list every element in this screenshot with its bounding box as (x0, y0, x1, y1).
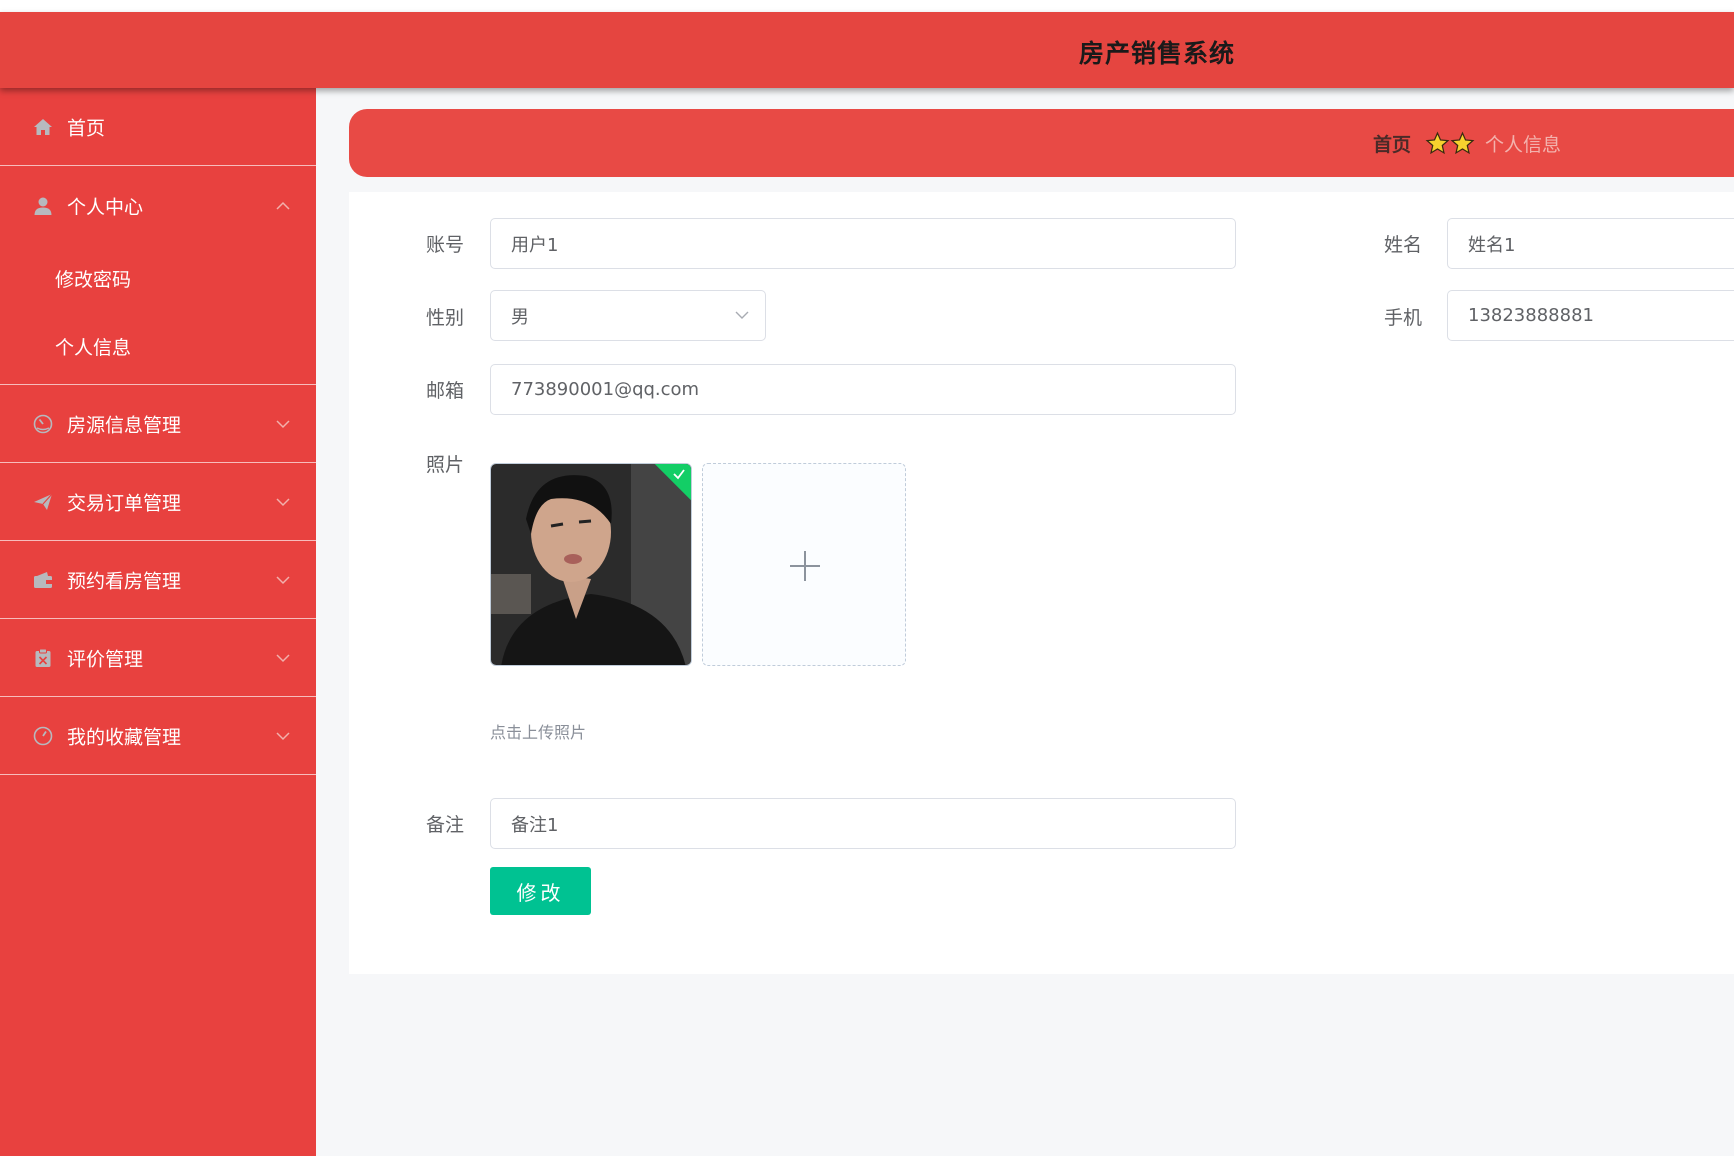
sidebar-item-label: 评价管理 (67, 648, 144, 670)
sidebar-item-orders[interactable]: 交易订单管理 (0, 463, 316, 541)
submit-button[interactable]: 修改 (490, 867, 591, 915)
avatar-image (491, 464, 691, 665)
chevron-down-icon (276, 575, 290, 584)
clipboard-icon (35, 648, 51, 667)
sidebar-item-favorites[interactable]: 我的收藏管理 (0, 697, 316, 775)
name-label: 姓名 (1384, 234, 1423, 256)
sidebar-item-label: 预约看房管理 (67, 570, 182, 592)
sidebar-item-reviews[interactable]: 评价管理 (0, 619, 316, 697)
check-icon (673, 469, 685, 480)
gender-select[interactable]: 男 (490, 290, 766, 341)
clock-icon (33, 726, 53, 745)
chevron-down-icon (276, 653, 290, 662)
gender-value: 男 (511, 306, 529, 328)
account-label: 账号 (426, 234, 465, 256)
app-title: 房产销售系统 (1078, 39, 1235, 68)
sidebar-item-personal-center[interactable]: 个人中心 (0, 166, 316, 246)
chevron-down-icon (735, 311, 749, 319)
breadcrumb-current: 个人信息 (1485, 133, 1562, 156)
email-label: 邮箱 (426, 380, 465, 402)
star-icon (1450, 131, 1475, 154)
sidebar-subitem-change-password[interactable]: 修改密码 (0, 246, 316, 314)
name-input[interactable]: 姓名1 (1447, 218, 1734, 269)
photo-label: 照片 (426, 454, 465, 476)
sidebar-item-listings[interactable]: 房源信息管理 (0, 385, 316, 463)
chevron-down-icon (276, 419, 290, 428)
home-icon (34, 118, 52, 135)
chevron-down-icon (276, 731, 290, 740)
remark-label: 备注 (426, 814, 465, 836)
breadcrumb-separator (1425, 131, 1475, 156)
star-icon (1425, 131, 1450, 154)
send-icon (34, 493, 53, 510)
profile-form-card: 账号 用户1 姓名 姓名1 性别 男 手机 13823888881 邮箱 773… (349, 192, 1734, 974)
sidebar-item-label: 首页 (67, 117, 106, 139)
sidebar-subitem-personal-info[interactable]: 个人信息 (0, 314, 316, 382)
email-input[interactable]: 773890001@qq.com (490, 364, 1236, 415)
phone-value: 13823888881 (1468, 305, 1594, 326)
breadcrumb-bar: 首页 个人信息 (349, 109, 1734, 177)
remark-value: 备注1 (511, 814, 559, 836)
breadcrumb-home-link[interactable]: 首页 (1373, 130, 1411, 157)
gauge-icon (33, 414, 53, 433)
chevron-down-icon (276, 497, 290, 506)
name-value: 姓名1 (1468, 234, 1516, 256)
remark-input[interactable]: 备注1 (490, 798, 1236, 849)
main-area: 首页 个人信息 账号 用户1 姓名 姓名1 性别 男 手机 1382388888… (316, 88, 1734, 1156)
email-value: 773890001@qq.com (511, 379, 700, 400)
top-header: 房产销售系统 (0, 12, 1734, 88)
sidebar-item-home[interactable]: 首页 (0, 88, 316, 166)
sidebar-item-label: 房源信息管理 (67, 414, 182, 436)
gender-label: 性别 (426, 307, 465, 329)
wallet-icon (34, 571, 52, 588)
account-input[interactable]: 用户1 (490, 218, 1236, 269)
sidebar: 首页 个人中心 修改密码 个人信息 房源信息管理 交易订单管理 预约看房管理 评… (0, 88, 316, 1156)
sidebar-item-label: 交易订单管理 (67, 492, 182, 514)
uploaded-photo[interactable] (490, 463, 692, 666)
plus-icon (790, 551, 820, 581)
breadcrumb: 首页 个人信息 (1373, 109, 1561, 177)
submenu-personal-center: 修改密码 个人信息 (0, 246, 316, 385)
phone-input[interactable]: 13823888881 (1447, 290, 1734, 341)
user-icon (34, 197, 52, 215)
upload-hint: 点击上传照片 (490, 723, 587, 742)
sidebar-item-viewings[interactable]: 预约看房管理 (0, 541, 316, 619)
chevron-up-icon (276, 201, 290, 210)
sidebar-item-label: 个人中心 (67, 196, 144, 219)
account-value: 用户1 (511, 234, 559, 256)
sidebar-item-label: 我的收藏管理 (67, 726, 182, 748)
upload-photo-button[interactable] (702, 463, 906, 666)
phone-label: 手机 (1384, 307, 1423, 329)
